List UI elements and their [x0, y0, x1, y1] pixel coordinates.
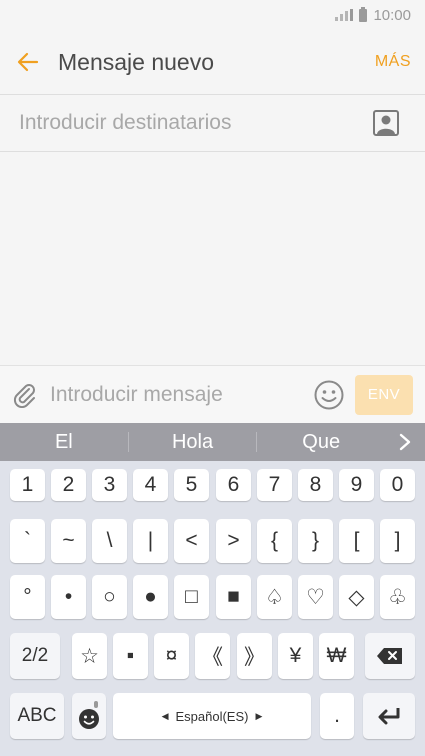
message-input[interactable]: Introducir mensaje	[50, 383, 313, 407]
key[interactable]: ◇	[339, 575, 374, 619]
enter-icon	[378, 708, 400, 725]
suggestion-bar: El Hola Que	[0, 423, 425, 461]
key[interactable]: 5	[174, 469, 209, 501]
key[interactable]: ¤	[154, 633, 189, 679]
key[interactable]: □	[174, 575, 209, 619]
key[interactable]: ♤	[257, 575, 292, 619]
key[interactable]: {	[257, 519, 292, 563]
attach-button[interactable]	[0, 366, 50, 424]
enter-key[interactable]	[363, 693, 415, 739]
recipient-row: Introducir destinatarios	[0, 94, 425, 152]
key[interactable]: °	[10, 575, 45, 619]
back-button[interactable]	[0, 30, 56, 94]
keyboard: 1 2 3 4 5 6 7 8 9 0 ` ~ \ | < > { } [ ] …	[0, 461, 425, 756]
key[interactable]: ●	[133, 575, 168, 619]
key[interactable]: 9	[339, 469, 374, 501]
key[interactable]: \	[92, 519, 127, 563]
key[interactable]: ■	[216, 575, 251, 619]
caret-left-icon: ◀	[161, 710, 169, 721]
emoji-key[interactable]	[72, 693, 106, 739]
arrow-left-icon	[17, 52, 39, 72]
key[interactable]: ▪	[113, 633, 148, 679]
key[interactable]: 《	[195, 633, 230, 679]
signal-icon	[335, 9, 354, 21]
key[interactable]: 8	[298, 469, 333, 501]
key[interactable]: <	[174, 519, 209, 563]
key[interactable]: 》	[237, 633, 272, 679]
key[interactable]: `	[10, 519, 45, 563]
caret-right-icon: ▶	[255, 710, 263, 721]
key[interactable]: •	[51, 575, 86, 619]
key[interactable]: ○	[92, 575, 127, 619]
key[interactable]: [	[339, 519, 374, 563]
language-label: Español(ES)	[175, 708, 249, 724]
emoji-icon[interactable]	[313, 379, 345, 411]
paperclip-icon	[13, 383, 35, 408]
suggestion-item[interactable]: El	[0, 431, 128, 454]
status-bar: 10:00	[0, 0, 425, 30]
app-bar: Mensaje nuevo MÁS	[0, 30, 425, 94]
key[interactable]: 2	[51, 469, 86, 501]
key[interactable]: ₩	[319, 633, 354, 679]
chevron-right-icon	[399, 433, 411, 451]
abc-key[interactable]: ABC	[10, 693, 64, 739]
battery-icon	[359, 6, 368, 22]
key[interactable]: 7	[257, 469, 292, 501]
backspace-key[interactable]	[365, 633, 415, 679]
contacts-icon[interactable]	[373, 110, 399, 136]
key[interactable]: |	[133, 519, 168, 563]
recipient-input[interactable]: Introducir destinatarios	[19, 111, 373, 135]
key[interactable]: 3	[92, 469, 127, 501]
key[interactable]: ¥	[278, 633, 313, 679]
key[interactable]: 1	[10, 469, 45, 501]
status-time: 10:00	[373, 6, 411, 24]
space-key[interactable]: ◀ Español(ES) ▶	[113, 693, 311, 739]
key[interactable]: >	[216, 519, 251, 563]
expand-suggestions-button[interactable]	[385, 433, 425, 451]
key[interactable]: 0	[380, 469, 415, 501]
key[interactable]: ~	[51, 519, 86, 563]
key[interactable]: }	[298, 519, 333, 563]
suggestion-item[interactable]: Hola	[129, 431, 257, 454]
message-area	[0, 152, 425, 365]
emoji-icon	[79, 701, 99, 729]
suggestion-item[interactable]: Que	[257, 431, 385, 454]
more-button[interactable]: MÁS	[375, 53, 411, 71]
send-button[interactable]: ENV	[355, 374, 413, 415]
compose-bar: Introducir mensaje ENV	[0, 365, 425, 423]
page-toggle-key[interactable]: 2/2	[10, 633, 60, 679]
key[interactable]: ]	[380, 519, 415, 563]
backspace-icon	[377, 648, 402, 664]
key[interactable]: ☆	[72, 633, 107, 679]
page-title: Mensaje nuevo	[58, 48, 214, 75]
key[interactable]: 4	[133, 469, 168, 501]
period-key[interactable]: .	[320, 693, 354, 739]
key[interactable]: ♡	[298, 575, 333, 619]
key[interactable]: ♧	[380, 575, 415, 619]
key[interactable]: 6	[216, 469, 251, 501]
